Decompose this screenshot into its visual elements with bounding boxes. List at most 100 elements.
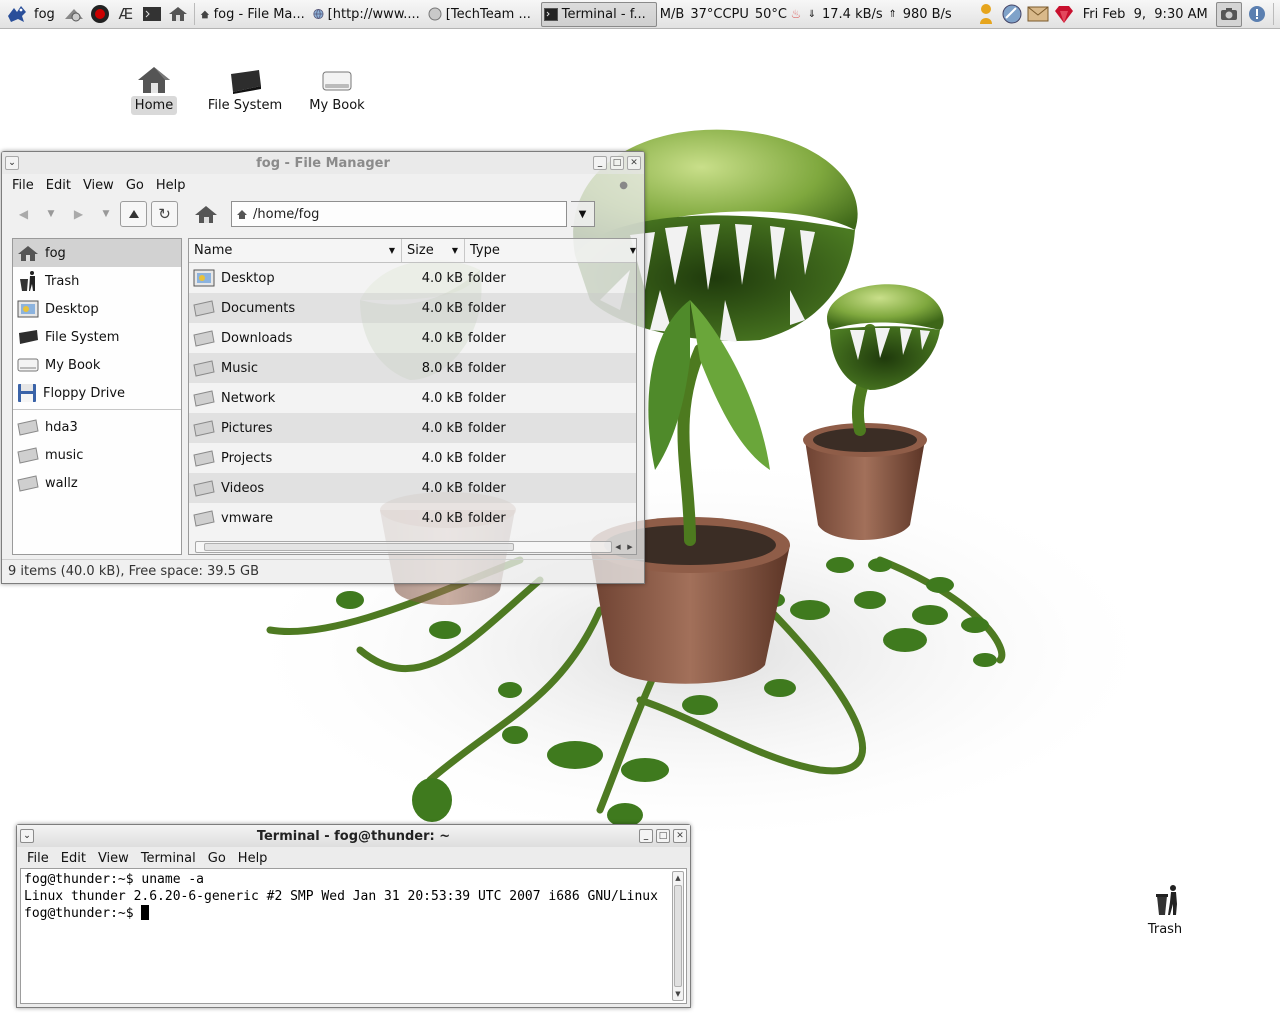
desktop-icon-file-system[interactable]: File System (200, 58, 290, 115)
file-name: Network (221, 390, 276, 406)
location-bar[interactable]: /home/fog (231, 201, 567, 227)
terminal-launcher-icon[interactable] (141, 3, 163, 25)
scroll-up-button[interactable]: ▲ (673, 872, 683, 884)
folder-icon (193, 450, 215, 467)
menu-terminal[interactable]: Terminal (135, 851, 202, 866)
terminal-screen[interactable]: fog@thunder:~$ uname -a Linux thunder 2.6… (20, 868, 687, 1004)
fire-icon: ♨ (790, 7, 802, 21)
file-row[interactable]: Documents 4.0 kB folder (189, 293, 636, 323)
cpu-temperature: 50°C (754, 6, 787, 22)
desktop-icon-trash[interactable]: Trash (1120, 882, 1210, 939)
applications-menu-button[interactable]: fog (0, 2, 61, 27)
file-row[interactable]: Network 4.0 kB folder (189, 383, 636, 413)
sidebar-item-my-book[interactable]: My Book (13, 351, 181, 379)
back-button[interactable]: ◀ (10, 201, 37, 227)
taskbar-item-terminal[interactable]: Terminal - f... (540, 1, 657, 27)
taskbar-item-file-manager[interactable]: fog - File Ma... (198, 2, 311, 27)
menu-edit[interactable]: Edit (55, 851, 92, 866)
sidebar-item-fog[interactable]: fog (13, 239, 181, 267)
horizontal-scrollbar[interactable]: ◀ ▶ (195, 540, 636, 554)
vertical-scrollbar[interactable]: ▲ ▼ (672, 871, 684, 1001)
scrollbar-thumb[interactable] (204, 543, 514, 551)
applications-menu-label: fog (34, 6, 55, 22)
file-row[interactable]: Pictures 4.0 kB folder (189, 413, 636, 443)
folder-icon (193, 390, 215, 407)
close-button[interactable]: ✕ (627, 156, 641, 170)
file-row[interactable]: Music 8.0 kB folder (189, 353, 636, 383)
reload-button[interactable]: ↻ (151, 201, 178, 227)
terminal-output: fog@thunder:~$ uname -a Linux thunder 2.6… (24, 871, 658, 922)
sidebar-item-wallz[interactable]: wallz (13, 469, 181, 497)
menu-go[interactable]: Go (120, 178, 150, 193)
forward-button[interactable]: ▶ (65, 201, 92, 227)
location-dropdown-button[interactable]: ▼ (571, 201, 595, 227)
folder-icon (17, 419, 39, 436)
settings-launcher-icon[interactable] (63, 3, 85, 25)
scrollbar-thumb[interactable] (674, 885, 682, 987)
file-row[interactable]: Desktop 4.0 kB folder (189, 263, 636, 293)
forward-history-dropdown[interactable]: ▼ (96, 209, 116, 219)
column-resize-arrow-icon: ▼ (629, 246, 636, 255)
download-arrow-icon: ⇓ (807, 8, 817, 20)
column-header-type[interactable]: Type ▼ (465, 239, 636, 262)
window-menu-button[interactable]: ⌄ (20, 829, 34, 843)
ruby-gem-icon[interactable] (1053, 3, 1075, 25)
update-notifier-icon[interactable] (1246, 3, 1268, 25)
home-icon (237, 209, 247, 219)
menu-view[interactable]: View (92, 851, 135, 866)
desktop-icon-home[interactable]: Home (109, 58, 199, 115)
sidebar-item-desktop[interactable]: Desktop (13, 295, 181, 323)
network-manager-icon[interactable] (1001, 3, 1023, 25)
menu-file[interactable]: File (21, 851, 55, 866)
home-launcher-icon[interactable] (167, 3, 189, 25)
clock[interactable]: Fri Feb 9, 9:30 AM (1077, 7, 1214, 22)
column-header-size[interactable]: Size ▼ (402, 239, 465, 262)
close-button[interactable]: ✕ (673, 829, 687, 843)
maximize-button[interactable]: □ (656, 829, 670, 843)
sidebar-item-file-system[interactable]: File System (13, 323, 181, 351)
sidebar-item-floppy-drive[interactable]: Floppy Drive (13, 379, 181, 407)
file-size: 8.0 kB (421, 360, 463, 376)
minimize-button[interactable]: _ (639, 829, 653, 843)
menu-help[interactable]: Help (232, 851, 274, 866)
taskbar-item-chat[interactable]: [TechTeam ... (426, 2, 541, 27)
mail-notifier-icon[interactable] (1027, 3, 1049, 25)
terminal-titlebar[interactable]: ⌄ Terminal - fog@thunder: ~ _ □ ✕ (17, 825, 690, 847)
sidebar-item-music[interactable]: music (13, 441, 181, 469)
menu-go[interactable]: Go (202, 851, 232, 866)
window-menu-button[interactable]: ⌄ (5, 156, 19, 170)
sidebar-item-trash[interactable]: Trash (13, 267, 181, 295)
maximize-button[interactable]: □ (610, 156, 624, 170)
file-manager-titlebar[interactable]: ⌄ fog - File Manager _ □ ✕ (2, 152, 644, 174)
scroll-right-button[interactable]: ▶ (624, 541, 636, 553)
back-history-dropdown[interactable]: ▼ (41, 209, 61, 219)
file-row[interactable]: Projects 4.0 kB folder (189, 443, 636, 473)
scroll-down-button[interactable]: ▼ (673, 988, 683, 1000)
file-row[interactable]: vmware 4.0 kB folder (189, 503, 636, 533)
terminal-window: ⌄ Terminal - fog@thunder: ~ _ □ ✕ File E… (16, 824, 691, 1008)
column-header-name[interactable]: Name ▼ (189, 239, 402, 262)
window-title: Terminal - fog@thunder: ~ (256, 828, 451, 844)
desktop-icon-my-book[interactable]: My Book (292, 58, 382, 115)
sidebar-item-label: My Book (45, 357, 101, 373)
record-launcher-icon[interactable] (89, 3, 111, 25)
messenger-icon[interactable] (975, 3, 997, 25)
folder-icon (193, 360, 215, 377)
sidebar-item-hda3[interactable]: hda3 (13, 413, 181, 441)
scroll-left-button[interactable]: ◀ (612, 541, 624, 553)
home-button[interactable] (192, 201, 219, 227)
top-panel: fog Æ fog - File Ma... [http://www.... [… (0, 0, 1280, 29)
scrollbar-track[interactable] (195, 541, 612, 553)
file-row[interactable]: Videos 4.0 kB folder (189, 473, 636, 503)
menu-view[interactable]: View (77, 178, 120, 193)
floppy-icon (18, 384, 36, 402)
up-button[interactable] (120, 201, 147, 227)
menu-file[interactable]: File (6, 178, 40, 193)
file-row[interactable]: Downloads 4.0 kB folder (189, 323, 636, 353)
minimize-button[interactable]: _ (593, 156, 607, 170)
character-map-launcher-icon[interactable]: Æ (115, 3, 137, 25)
menu-edit[interactable]: Edit (40, 178, 77, 193)
menu-help[interactable]: Help (150, 178, 192, 193)
taskbar-item-browser[interactable]: [http://www.... (311, 2, 426, 27)
screenshot-icon[interactable] (1215, 1, 1242, 27)
